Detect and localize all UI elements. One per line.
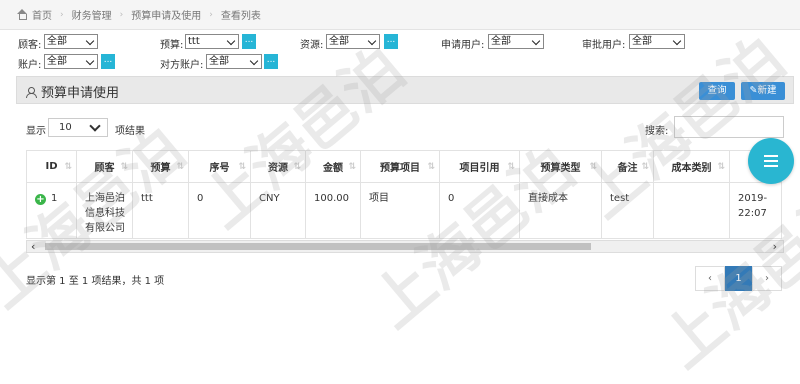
breadcrumb-separator: ›: [209, 9, 213, 20]
budget-lookup-button[interactable]: ...: [242, 34, 256, 49]
counter-account-filter-label: 对方账户:: [160, 60, 204, 71]
chevron-down-icon: [531, 36, 541, 47]
column-header-budget[interactable]: 预算 ⇅: [132, 150, 189, 183]
customer-filter-label: 顾客:: [18, 40, 42, 51]
resource-lookup-button[interactable]: ...: [384, 34, 398, 49]
sort-icon: ⇅: [589, 162, 597, 172]
sort-icon: ⇅: [427, 162, 435, 172]
sort-icon: ⇅: [238, 162, 246, 172]
column-header-amount[interactable]: 金额 ⇅: [305, 150, 361, 183]
scroll-thumb[interactable]: [45, 243, 591, 250]
page-length-select[interactable]: 10: [48, 118, 108, 137]
budget-filter-label: 预算:: [160, 40, 184, 51]
breadcrumb-current: 查看列表: [220, 11, 261, 22]
column-header-budget-item[interactable]: 预算项目 ⇅: [360, 150, 440, 183]
floating-menu-button[interactable]: [748, 138, 794, 184]
chevron-down-icon: [89, 120, 101, 132]
applicant-filter-label: 申请用户:: [441, 40, 485, 51]
chevron-down-icon: [672, 36, 682, 47]
chevron-down-icon: [367, 36, 377, 47]
breadcrumb-finance[interactable]: 财务管理: [72, 7, 112, 22]
sort-icon: ⇅: [641, 162, 649, 172]
cell-budget-type: 直接成本: [519, 182, 602, 239]
panel-header: 预算申请使用 查询 ✎新建: [16, 76, 794, 104]
chevron-down-icon: [85, 56, 95, 67]
length-suffix: 项结果: [115, 126, 145, 137]
column-header-seq[interactable]: 序号 ⇅: [188, 150, 251, 183]
cell-seq: 0: [188, 182, 251, 239]
sort-icon: ⇅: [507, 162, 515, 172]
counter-account-lookup-button[interactable]: ...: [264, 54, 278, 69]
cell-id: +1: [26, 182, 77, 239]
column-header-id[interactable]: ID ⇅: [26, 150, 77, 183]
resource-filter-select[interactable]: 全部: [326, 34, 380, 49]
budget-table: ID ⇅ 顾客 ⇅ 预算 ⇅ 序号 ⇅ 资源 ⇅ 金额 ⇅ 预算项目 ⇅ 项目引用 ⇅ 预算类型…: [26, 150, 782, 239]
resource-filter-label: 资源:: [300, 40, 324, 51]
breadcrumb-separator: ›: [119, 9, 124, 20]
sort-icon: ⇅: [293, 162, 301, 172]
table-info: 显示第 1 至 1 项结果，共 1 项: [26, 276, 165, 287]
next-page-button[interactable]: ›: [752, 266, 782, 291]
breadcrumb: 首页 › 财务管理 › 预算申请及使用 › 查看列表: [0, 0, 800, 30]
prev-page-button[interactable]: ‹: [695, 266, 725, 291]
user-icon: [25, 86, 37, 98]
column-header-customer[interactable]: 顾客 ⇅: [76, 150, 133, 183]
length-prefix: 显示: [26, 126, 46, 137]
table-header-row: ID ⇅ 顾客 ⇅ 预算 ⇅ 序号 ⇅ 资源 ⇅ 金额 ⇅ 预算项目 ⇅ 项目引用 ⇅ 预算类型…: [26, 150, 782, 183]
cell-amount: 100.00: [305, 182, 361, 239]
approver-filter-label: 审批用户:: [582, 40, 626, 51]
account-lookup-button[interactable]: ...: [101, 54, 115, 69]
search-label: 搜索:: [645, 126, 669, 137]
sort-icon: ⇅: [64, 162, 72, 172]
customer-filter-select[interactable]: 全部: [44, 34, 98, 49]
chevron-down-icon: [85, 36, 95, 47]
breadcrumb-budget[interactable]: 预算申请及使用: [131, 7, 201, 22]
breadcrumb-separator: ›: [60, 9, 64, 20]
sort-icon: ⇅: [176, 162, 184, 172]
horizontal-scrollbar[interactable]: ‹ ›: [26, 240, 784, 253]
cell-datetime: 2019- 22:07: [729, 182, 782, 239]
sort-icon: ⇅: [348, 162, 356, 172]
chevron-down-icon: [226, 36, 236, 47]
chevron-down-icon: [249, 56, 259, 67]
cell-budget-item: 项目: [360, 182, 440, 239]
query-button[interactable]: 查询: [699, 82, 735, 100]
breadcrumb-home[interactable]: 首页: [32, 7, 52, 22]
cell-resource: CNY: [250, 182, 306, 239]
account-filter-label: 账户:: [18, 60, 42, 71]
panel-title: 预算申请使用: [25, 82, 119, 101]
column-header-item-ref[interactable]: 项目引用 ⇅: [439, 150, 520, 183]
search-input[interactable]: [674, 116, 784, 138]
approver-filter-select[interactable]: 全部: [629, 34, 685, 49]
cell-cost-category: [653, 182, 730, 239]
column-header-resource[interactable]: 资源 ⇅: [250, 150, 306, 183]
cell-remark: test: [601, 182, 654, 239]
scroll-left-icon[interactable]: ‹: [31, 240, 35, 253]
cell-item-ref: 0: [439, 182, 520, 239]
account-filter-select[interactable]: 全部: [44, 54, 98, 69]
column-header-cost-category[interactable]: 成本类别 ⇅: [653, 150, 730, 183]
counter-account-filter-select[interactable]: 全部: [206, 54, 262, 69]
cell-customer: 上海邑泊信息科技有限公司: [76, 182, 133, 239]
column-header-remark[interactable]: 备注 ⇅: [601, 150, 654, 183]
cell-budget: ttt: [132, 182, 189, 239]
scroll-right-icon[interactable]: ›: [773, 240, 777, 253]
new-button[interactable]: ✎新建: [741, 82, 785, 100]
expand-row-icon[interactable]: +: [35, 194, 46, 205]
table-row[interactable]: +1 上海邑泊信息科技有限公司 ttt 0 CNY 100.00 项目 0 直接…: [26, 182, 782, 239]
budget-filter-select[interactable]: ttt: [185, 34, 239, 49]
home-icon[interactable]: [16, 9, 28, 20]
applicant-filter-select[interactable]: 全部: [488, 34, 544, 49]
page-1-button[interactable]: 1: [725, 266, 752, 291]
menu-icon: [764, 155, 778, 157]
column-header-budget-type[interactable]: 预算类型 ⇅: [519, 150, 602, 183]
sort-icon: ⇅: [120, 162, 128, 172]
sort-icon: ⇅: [717, 162, 725, 172]
